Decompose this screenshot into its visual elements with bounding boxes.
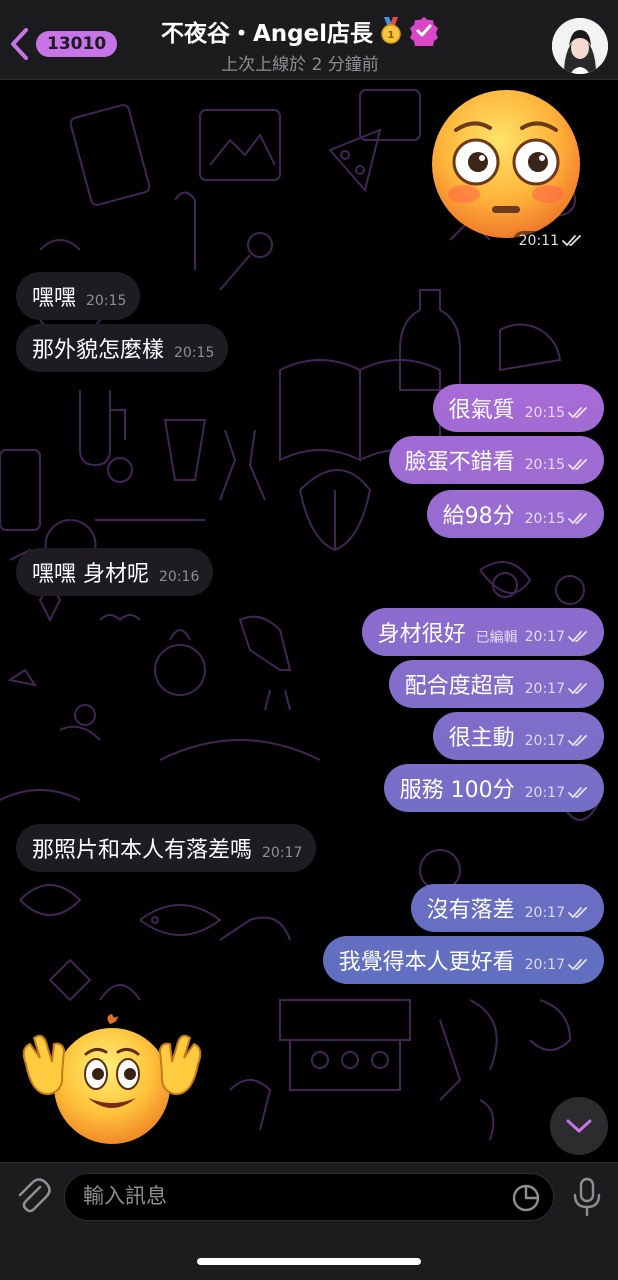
outgoing-message-bubble[interactable]: 我覺得本人更好看 20:17 (322, 936, 604, 984)
message-text: 那外貌怎麼樣 (32, 338, 165, 363)
message-meta: 20:17 (525, 957, 590, 973)
sticker-timestamp: 20:11 (512, 231, 590, 251)
chevron-left-icon (11, 28, 28, 60)
chat-title-block[interactable]: 不夜谷・Angel店長 1 上次上線於 2 分鐘前 (130, 14, 470, 75)
double-check-icon (562, 235, 581, 247)
outgoing-message-bubble[interactable]: 臉蛋不錯看 20:15 (388, 436, 604, 484)
double-check-icon (568, 907, 587, 919)
message-text: 身材很好 (377, 622, 466, 647)
double-check-icon (568, 407, 587, 419)
message-time: 20:17 (524, 681, 565, 697)
message-meta: 20:16 (159, 569, 199, 585)
flushed-face-sticker[interactable] (428, 86, 584, 242)
outgoing-message-bubble[interactable]: 身材很好 已編輯 20:17 (361, 608, 604, 656)
chevron-down-icon (566, 1119, 592, 1133)
outgoing-message-bubble[interactable]: 很氣質 20:15 (432, 384, 604, 432)
back-button[interactable]: 13010 (8, 26, 118, 62)
microphone-icon[interactable] (572, 1177, 602, 1217)
message-meta: 20:15 (174, 345, 214, 361)
message-text: 配合度超高 (404, 674, 515, 699)
unread-count-badge: 13010 (36, 31, 118, 57)
message-time: 20:17 (524, 957, 565, 973)
last-seen-status: 上次上線於 2 分鐘前 (221, 55, 379, 75)
incoming-message-bubble[interactable]: 嘿嘿 20:15 (16, 272, 141, 320)
message-time: 20:15 (524, 405, 565, 421)
message-time: 20:16 (159, 569, 200, 585)
message-time: 20:17 (524, 733, 565, 749)
message-meta: 20:17 (525, 785, 590, 801)
svg-text:1: 1 (388, 30, 395, 41)
message-time: 20:15 (524, 457, 565, 473)
incoming-message-bubble[interactable]: 那外貌怎麼樣 20:15 (16, 324, 229, 372)
scroll-to-bottom-button[interactable] (550, 1097, 608, 1155)
message-meta: 20:15 (525, 405, 590, 421)
incoming-message-bubble[interactable]: 那照片和本人有落差嗎 20:17 (16, 824, 317, 872)
outgoing-message-bubble[interactable]: 服務 100分 20:17 (383, 764, 604, 812)
sticker-time-text: 20:11 (518, 233, 559, 249)
message-time: 20:17 (524, 629, 565, 645)
outgoing-message-bubble[interactable]: 配合度超高 20:17 (388, 660, 604, 708)
message-field[interactable] (64, 1173, 554, 1221)
double-check-icon (568, 959, 587, 971)
message-time: 20:15 (86, 293, 127, 309)
message-meta: 20:15 (525, 511, 590, 527)
message-time: 20:17 (262, 845, 303, 861)
double-check-icon (568, 459, 587, 471)
waving-face-sticker[interactable] (14, 1014, 210, 1150)
message-text: 那照片和本人有落差嗎 (32, 838, 253, 863)
message-text: 很氣質 (448, 398, 515, 423)
message-time: 20:17 (524, 905, 565, 921)
paperclip-icon[interactable] (14, 1177, 52, 1217)
message-time: 20:15 (524, 511, 565, 527)
message-input[interactable] (83, 1184, 503, 1208)
message-meta: 20:15 (525, 457, 590, 473)
verified-badge-icon (410, 17, 439, 46)
sticker-icon[interactable] (511, 1183, 541, 1213)
message-text: 嘿嘿 身材呢 (32, 562, 149, 587)
message-meta: 20:15 (86, 293, 126, 309)
message-text: 很主動 (448, 726, 515, 751)
message-text: 給98分 (442, 504, 515, 529)
message-meta: 20:17 (525, 681, 590, 697)
outgoing-message-bubble[interactable]: 給98分 20:15 (426, 490, 604, 538)
chat-title: 不夜谷・Angel店長 (160, 21, 374, 47)
incoming-message-bubble[interactable]: 嘿嘿 身材呢 20:16 (16, 548, 214, 596)
message-text: 服務 100分 (399, 778, 515, 803)
outgoing-message-bubble[interactable]: 沒有落差 20:17 (410, 884, 604, 932)
double-check-icon (568, 735, 587, 747)
avatar[interactable] (552, 18, 608, 74)
message-text: 嘿嘿 (32, 286, 77, 311)
message-meta: 已編輯 20:17 (476, 627, 590, 647)
message-text: 臉蛋不錯看 (404, 450, 515, 475)
double-check-icon (568, 683, 587, 695)
double-check-icon (568, 787, 587, 799)
message-text: 沒有落差 (426, 898, 515, 923)
home-indicator (197, 1258, 421, 1265)
chat-header: 13010 不夜谷・Angel店長 1 上次上線於 2 分鐘前 (0, 0, 618, 80)
message-meta: 20:17 (525, 733, 590, 749)
message-time: 20:15 (174, 345, 215, 361)
double-check-icon (568, 631, 587, 643)
outgoing-message-bubble[interactable]: 很主動 20:17 (432, 712, 604, 760)
avatar-image (552, 18, 608, 74)
medal-icon: 1 (381, 17, 401, 44)
message-meta: 20:17 (262, 845, 302, 861)
double-check-icon (568, 513, 587, 525)
message-time: 20:17 (524, 785, 565, 801)
edited-label: 已編輯 (475, 630, 518, 646)
message-text: 我覺得本人更好看 (338, 950, 515, 975)
chat-title-row: 不夜谷・Angel店長 1 (161, 14, 439, 48)
message-meta: 20:17 (525, 905, 590, 921)
